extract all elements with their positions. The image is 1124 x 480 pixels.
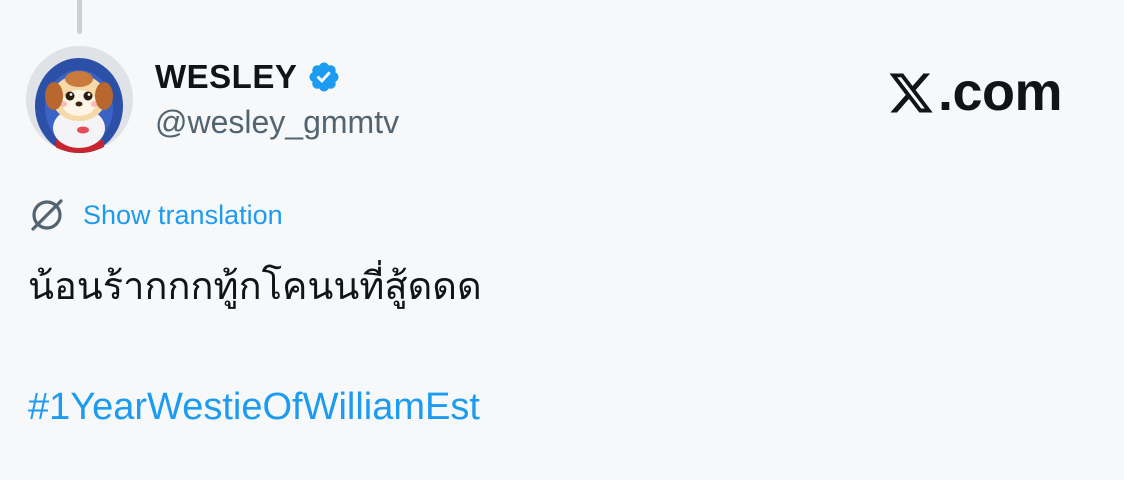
brand-domain-suffix: .com [938, 62, 1063, 122]
globe-translate-icon [28, 196, 66, 234]
cartoon-dog-mascot-icon [26, 46, 133, 153]
show-translation-button[interactable]: Show translation [28, 194, 283, 236]
tweet-text: น้อนร้ากกกทู้กโคนนที่สู้ดดด [28, 264, 482, 308]
display-name[interactable]: WESLEY [155, 58, 297, 96]
author-handle[interactable]: @wesley_gmmtv [155, 104, 399, 141]
brand-watermark: .com [886, 60, 1063, 124]
x-logo-icon [886, 68, 936, 116]
avatar[interactable] [26, 46, 133, 153]
show-translation-label[interactable]: Show translation [83, 200, 283, 231]
thread-connector-line [77, 0, 82, 34]
hashtag-link[interactable]: #1YearWestieOfWilliamEst [28, 386, 480, 429]
verified-badge-icon [307, 60, 341, 94]
author-name-row[interactable]: WESLEY [155, 56, 341, 98]
